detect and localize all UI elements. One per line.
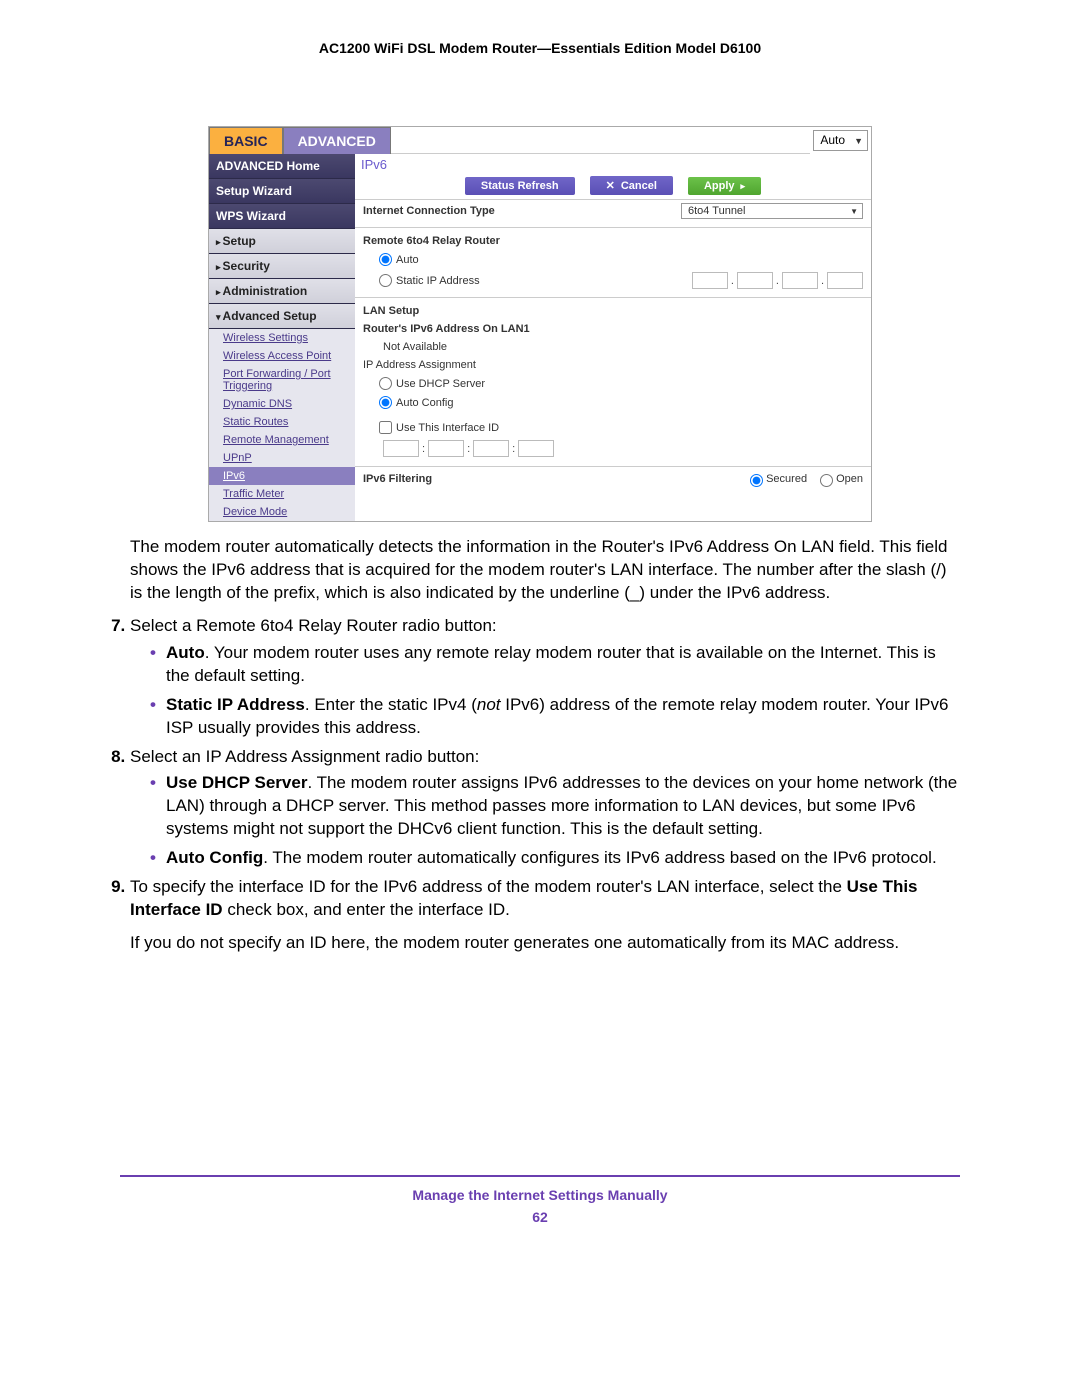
ip-octet-3[interactable]: [782, 272, 818, 289]
caret-down-icon: ▾: [216, 312, 221, 322]
relay-header: Remote 6to4 Relay Router: [363, 235, 863, 247]
sidebar-item-administration[interactable]: ▸Administration: [209, 279, 355, 304]
cancel-button[interactable]: ✕Cancel: [590, 176, 673, 195]
assign-dhcp-label: Use DHCP Server: [396, 378, 485, 390]
footer-page-number: 62: [120, 1209, 960, 1225]
tab-basic[interactable]: BASIC: [209, 127, 283, 154]
ict-select[interactable]: 6to4 Tunnel ▼: [681, 203, 863, 219]
ip-assign-label: IP Address Assignment: [363, 359, 863, 371]
caret-right-icon: ▸: [216, 262, 221, 272]
filter-open-radio[interactable]: [820, 474, 833, 487]
use-interface-id-checkbox[interactable]: [379, 421, 392, 434]
sidebar-item-advanced-setup[interactable]: ▾Advanced Setup: [209, 304, 355, 329]
tab-advanced[interactable]: ADVANCED: [283, 127, 391, 154]
use-interface-id-label: Use This Interface ID: [396, 422, 499, 434]
caret-right-icon: ▸: [216, 287, 221, 297]
step-7: Select a Remote 6to4 Relay Router radio …: [130, 615, 960, 740]
sidebar-sub-traffic[interactable]: Traffic Meter: [209, 485, 355, 503]
filter-secured-radio[interactable]: [750, 474, 763, 487]
sidebar-item-wps-wizard[interactable]: WPS Wizard: [209, 204, 355, 229]
lan-addr-value: Not Available: [383, 341, 447, 353]
language-select[interactable]: Auto ▼: [813, 130, 868, 151]
apply-button[interactable]: Apply▸: [688, 177, 761, 195]
sidebar-sub-wap[interactable]: Wireless Access Point: [209, 347, 355, 365]
ict-label: Internet Connection Type: [363, 205, 681, 217]
iface-seg-4[interactable]: [518, 440, 554, 457]
iface-seg-3[interactable]: [473, 440, 509, 457]
sidebar-item-security[interactable]: ▸Security: [209, 254, 355, 279]
page-footer: Manage the Internet Settings Manually 62: [120, 1175, 960, 1225]
caret-right-icon: ▸: [216, 237, 221, 247]
static-ip-inputs: . . .: [692, 272, 863, 289]
filter-open-label: Open: [836, 473, 863, 485]
close-icon: ✕: [606, 180, 615, 192]
sidebar: ADVANCED Home Setup Wizard WPS Wizard ▸S…: [209, 154, 355, 521]
caret-right-icon: ▸: [741, 181, 746, 191]
lan-addr-label: Router's IPv6 Address On LAN1: [363, 323, 863, 335]
language-select-value: Auto: [820, 133, 845, 147]
ipv6-filter-label: IPv6 Filtering: [363, 473, 745, 485]
content-panel: IPv6 Status Refresh ✕Cancel Apply▸ Inter…: [355, 154, 871, 521]
instruction-list: Select a Remote 6to4 Relay Router radio …: [120, 615, 960, 955]
assign-dhcp-radio[interactable]: [379, 377, 392, 390]
relay-auto-radio[interactable]: [379, 253, 392, 266]
internet-connection-type-row: Internet Connection Type 6to4 Tunnel ▼: [355, 200, 871, 228]
sidebar-sub-port-forwarding[interactable]: Port Forwarding / Port Triggering: [209, 365, 355, 395]
chevron-down-icon: ▼: [850, 207, 858, 216]
status-refresh-button[interactable]: Status Refresh: [465, 177, 575, 195]
step-9: To specify the interface ID for the IPv6…: [130, 876, 960, 955]
sidebar-sub-device-mode[interactable]: Device Mode: [209, 503, 355, 521]
ip-octet-4[interactable]: [827, 272, 863, 289]
step-9-followup: If you do not specify an ID here, the mo…: [130, 932, 960, 955]
assign-autoconfig-label: Auto Config: [396, 397, 453, 409]
sidebar-item-advanced-home[interactable]: ADVANCED Home: [209, 154, 355, 179]
step-8-autoconfig: Auto Config. The modem router automatica…: [150, 847, 960, 870]
step-8-dhcp: Use DHCP Server. The modem router assign…: [150, 772, 960, 841]
lan-setup-header: LAN Setup: [363, 305, 863, 317]
iface-seg-1[interactable]: [383, 440, 419, 457]
sidebar-sub-remote-mgmt[interactable]: Remote Management: [209, 431, 355, 449]
sidebar-sub-upnp[interactable]: UPnP: [209, 449, 355, 467]
sidebar-item-setup-wizard[interactable]: Setup Wizard: [209, 179, 355, 204]
ip-octet-1[interactable]: [692, 272, 728, 289]
relay-static-radio[interactable]: [379, 274, 392, 287]
step-7-static: Static IP Address. Enter the static IPv4…: [150, 694, 960, 740]
step-7-auto: Auto. Your modem router uses any remote …: [150, 642, 960, 688]
filter-secured-label: Secured: [766, 473, 807, 485]
sidebar-sub-ddns[interactable]: Dynamic DNS: [209, 395, 355, 413]
footer-section: Manage the Internet Settings Manually: [120, 1187, 960, 1203]
ip-octet-2[interactable]: [737, 272, 773, 289]
router-ui-screenshot: BASIC ADVANCED Auto ▼ ADVANCED Home Setu…: [208, 126, 872, 522]
assign-autoconfig-radio[interactable]: [379, 396, 392, 409]
chevron-down-icon: ▼: [854, 136, 863, 146]
paragraph-intro: The modem router automatically detects t…: [130, 536, 960, 605]
sidebar-sub-ipv6[interactable]: IPv6: [209, 467, 355, 485]
relay-static-label: Static IP Address: [396, 275, 692, 287]
sidebar-item-setup[interactable]: ▸Setup: [209, 229, 355, 254]
iface-seg-2[interactable]: [428, 440, 464, 457]
step-8: Select an IP Address Assignment radio bu…: [130, 746, 960, 871]
sidebar-sub-wireless-settings[interactable]: Wireless Settings: [209, 329, 355, 347]
sidebar-sub-static-routes[interactable]: Static Routes: [209, 413, 355, 431]
relay-auto-label: Auto: [396, 254, 419, 266]
document-header: AC1200 WiFi DSL Modem Router—Essentials …: [120, 40, 960, 56]
content-title: IPv6: [355, 154, 871, 172]
interface-id-inputs: : : :: [383, 440, 554, 457]
